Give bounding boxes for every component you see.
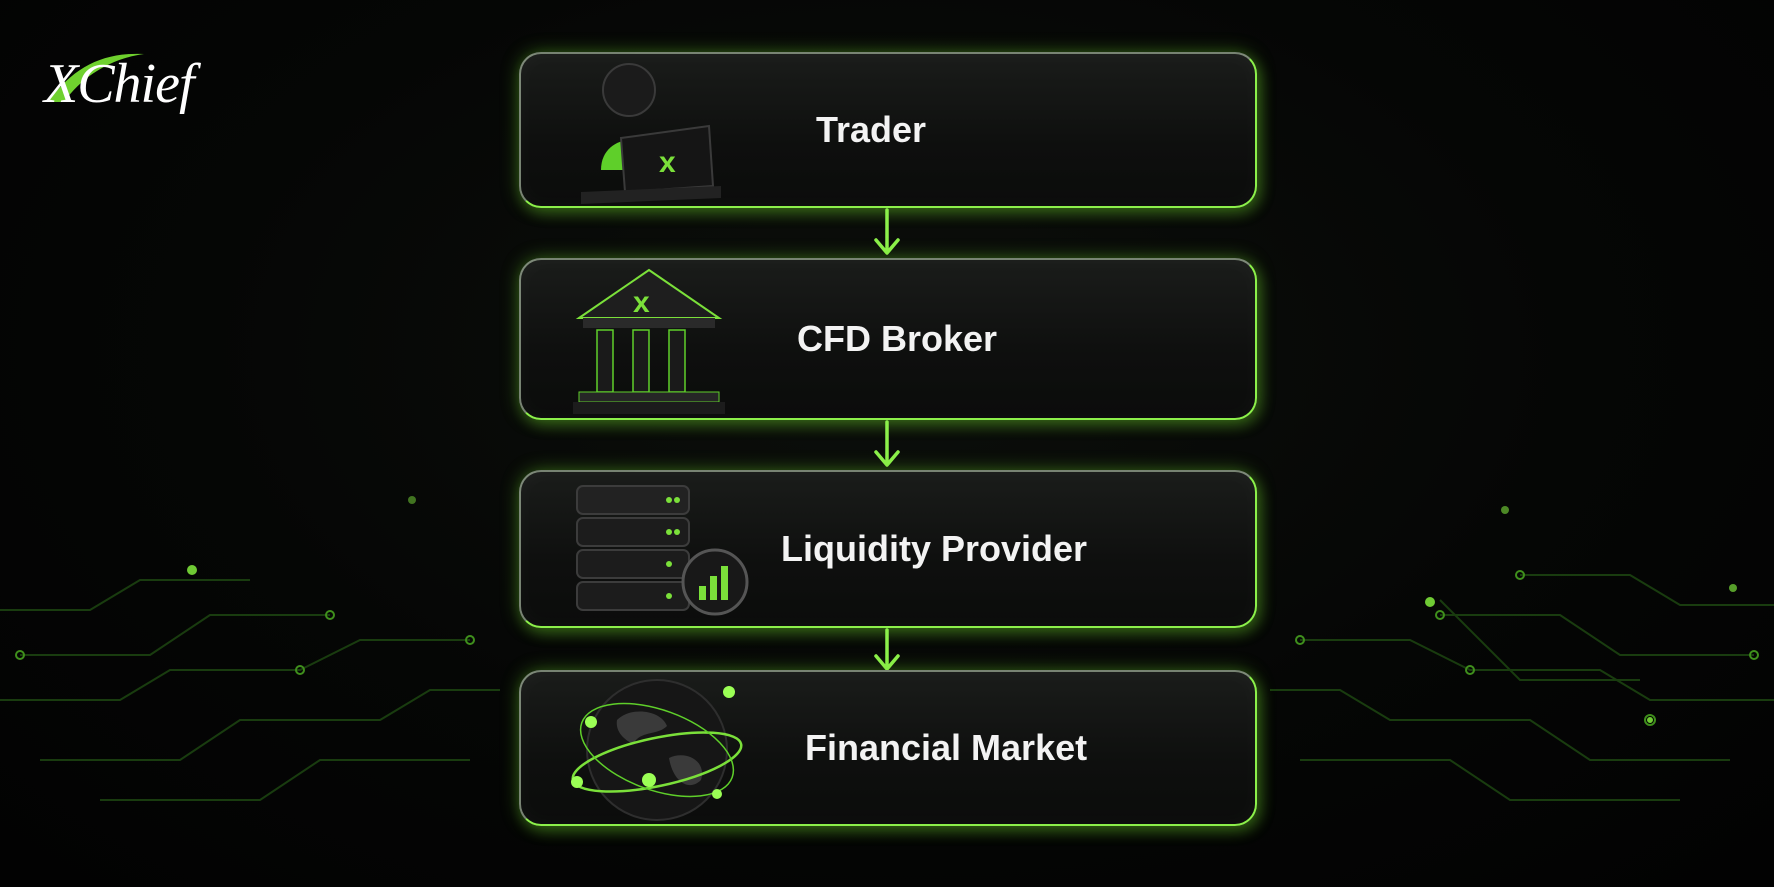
server-stack-icon: [576, 485, 749, 616]
arrow-down-icon: [874, 420, 900, 467]
svg-text:x: x: [633, 286, 650, 319]
flow-step-label: Financial Market: [805, 727, 1088, 768]
logo-text: XChief: [44, 53, 195, 115]
flow-step-financial-market: Financial Market: [519, 670, 1257, 826]
flow-step-label: CFD Broker: [797, 318, 998, 359]
flow-step-label: Liquidity Provider: [781, 528, 1088, 569]
globe-icon: [571, 679, 743, 821]
flow-step-trader: x Trader: [519, 52, 1257, 208]
trader-laptop-icon: x: [581, 63, 721, 204]
flow-step-label: Trader: [816, 109, 927, 150]
bank-building-icon: x: [573, 268, 725, 414]
flow-step-cfd-broker: x CFD Broker: [519, 258, 1257, 420]
svg-text:x: x: [659, 146, 676, 179]
xchief-logo: XChief: [44, 46, 244, 126]
arrow-down-icon: [874, 208, 900, 255]
flow-step-liquidity-provider: Liquidity Provider: [519, 470, 1257, 628]
